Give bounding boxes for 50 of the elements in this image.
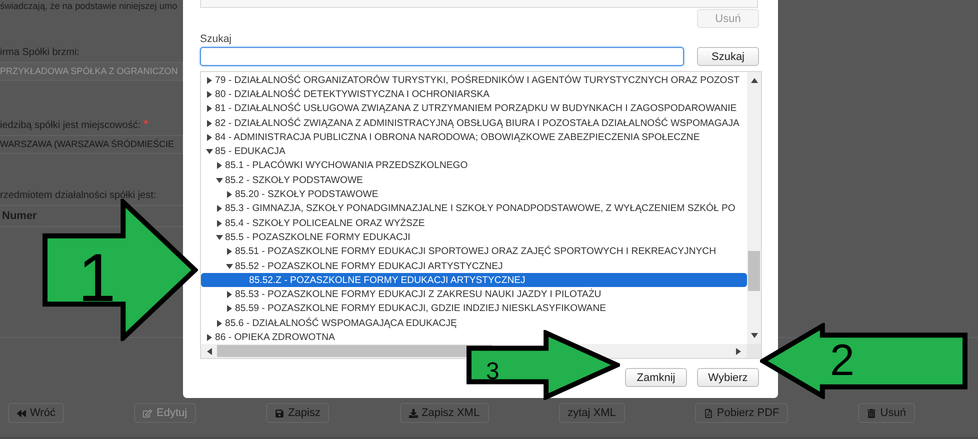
search-label: Szukaj xyxy=(200,33,233,45)
caret-right-icon[interactable] xyxy=(225,247,234,256)
caret-down-icon[interactable] xyxy=(750,331,758,340)
scrollbar-thumb[interactable] xyxy=(748,251,760,291)
tree-item[interactable]: 85.3 - GIMNAZJA, SZKOŁY PONADGIMNAZJALNE I SZKOŁY PONADPODSTAWOWE, Z WYŁĄCZENIEM SZKÓŁ PO xyxy=(201,202,747,216)
dialog-button[interactable]: Zamknij xyxy=(625,368,687,387)
download-icon xyxy=(408,408,418,418)
tree-item[interactable]: 85.2 - SZKOŁY PODSTAWOWE xyxy=(201,173,747,188)
field-label: rzedmiotem działalności spółki jest: xyxy=(0,190,158,201)
caret-right-icon[interactable] xyxy=(734,346,743,356)
tree-item[interactable]: 85.5 - POZASZKOLNE FORMY EDUKACJI xyxy=(201,230,747,245)
tree-item[interactable]: 84 - ADMINISTRACJA PUBLICZNA I OBRONA NARODOWA; OBOWIĄZKOWE ZABEZPIECZENIA SPOŁECZNE xyxy=(201,130,747,144)
tree-item[interactable]: 85.6 - DZIAŁALNOŚĆ WSPOMAGAJĄCA EDUKACJĘ xyxy=(201,316,747,330)
tree-item[interactable]: 85.4 - SZKOŁY POLICEALNE ORAZ WYŻSZE xyxy=(201,216,747,230)
tree-item[interactable]: 85 - EDUKACJA xyxy=(201,144,747,159)
search-field[interactable] xyxy=(200,47,684,66)
tree-item[interactable]: 85.1 - PLACÓWKI WYCHOWANIA PRZEDSZKOLNEGO xyxy=(201,158,747,174)
tree-item[interactable]: 85.51 - POZASZKOLNE FORMY EDUKACJI SPORTOWEJ ORAZ ZAJĘĆ SPORTOWYCH I REKREACYJNYCH xyxy=(201,244,747,259)
tree-item[interactable]: 80 - DZIAŁALNOŚĆ DETEKTYWISTYCZNA I OCHRONIARSKA xyxy=(201,87,747,102)
tree-item[interactable]: 85.20 - SZKOŁY PODSTAWOWE xyxy=(201,187,747,202)
annotation-number: 2 xyxy=(830,339,854,383)
edit-icon xyxy=(143,408,152,418)
field-label: irma Spółki brzmi: xyxy=(0,47,80,58)
pdf-file-icon xyxy=(704,408,713,418)
column-header: Numer xyxy=(1,210,37,222)
caret-down-icon[interactable] xyxy=(215,176,224,185)
tree-item[interactable]: 82 - DZIAŁALNOŚĆ ZWIĄZANA Z ADMINISTRACYJNĄ OBSŁUGĄ BIURA I POZOSTAŁA DZIAŁALNOŚĆ WSPOMAGAJA xyxy=(201,116,747,130)
annotation-number: 3 xyxy=(486,360,500,384)
intro-text: świadczają, że na podstawie niniejszej umo xyxy=(0,1,178,11)
vertical-scrollbar[interactable] xyxy=(747,72,761,344)
caret-left-icon[interactable] xyxy=(205,346,214,356)
trash-icon xyxy=(867,408,876,418)
tree-item[interactable]: 85.59 - POZASZKOLNE FORMY EDUKACJI, GDZIE INDZIEJ NIESKLASYFIKOWANE xyxy=(201,302,747,316)
rewind-icon xyxy=(17,408,26,418)
caret-right-icon[interactable] xyxy=(215,161,224,170)
tree-item[interactable]: 86 - OPIEKA ZDROWOTNA xyxy=(201,330,747,344)
caret-down-icon[interactable] xyxy=(215,232,224,242)
tree-item[interactable]: 79 - DZIAŁALNOŚĆ ORGANIZATORÓW TURYSTYKI, POŚREDNIKÓW I AGENTÓW TURYSTYCZNYCH ORAZ POZOST xyxy=(201,73,747,88)
caret-up-icon[interactable] xyxy=(750,76,758,85)
caret-down-icon[interactable] xyxy=(225,262,234,270)
dialog-button[interactable]: Wybierz xyxy=(697,368,759,387)
tree-item[interactable]: 85.53 - POZASZKOLNE FORMY EDUKACJI Z ZAKRESU NAUKI JAZDY I PILOTAŻU xyxy=(201,287,747,302)
caret-down-icon[interactable] xyxy=(205,147,214,156)
scrollbar-thumb[interactable] xyxy=(217,345,492,357)
field-label: iedzibą spółki jest miejscowość: * xyxy=(0,117,150,131)
annotation-number: 1 xyxy=(78,244,116,312)
tree-item[interactable]: 85.52 - POZASZKOLNE FORMY EDUKACJI ARTYSTYCZNEJ xyxy=(201,258,747,274)
tree-item[interactable]: 85.52.Z - POZASZKOLNE FORMY EDUKACJI ARTYSTYCZNEJ xyxy=(201,273,747,288)
search-button[interactable]: Szukaj xyxy=(697,47,759,66)
tree-item[interactable]: 81 - DZIAŁALNOŚĆ USŁUGOWA ZWIĄZANA Z UTRZYMANIEM PORZĄDKU W BUDYNKACH I ZAGOSPODAROWANIE xyxy=(201,102,747,116)
